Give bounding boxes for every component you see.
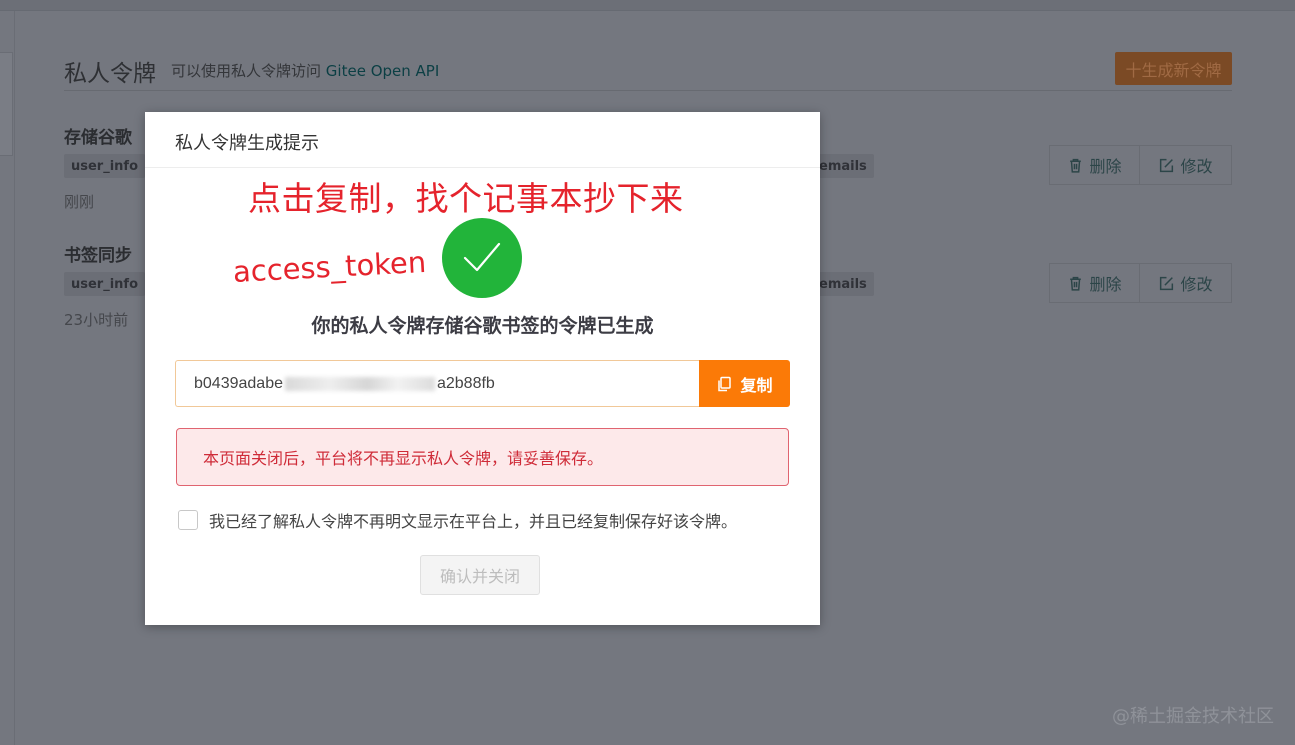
- acknowledge-label[interactable]: 我已经了解私人令牌不再明文显示在平台上，并且已经复制保存好该令牌。: [209, 508, 737, 532]
- scope-tag: emails: [812, 154, 874, 178]
- title-divider: [64, 90, 1232, 91]
- page: { "background": { "title": "私人令牌", "subt…: [0, 0, 1295, 745]
- gitee-open-api-link[interactable]: Gitee Open API: [326, 62, 439, 80]
- edit-token-button[interactable]: 修改: [1139, 263, 1232, 303]
- edit-icon: [1160, 276, 1174, 290]
- settings-sidebar: [0, 52, 13, 156]
- dialog-title: 私人令牌生成提示: [175, 133, 319, 154]
- warning-alert: 本页面关闭后，平台将不再显示私人令牌，请妥善保存。: [176, 428, 789, 486]
- warning-text: 本页面关闭后，平台将不再显示私人令牌，请妥善保存。: [203, 449, 604, 468]
- token-suffix: a2b88fb: [436, 374, 495, 392]
- token-generated-message: 你的私人令牌存储谷歌书签的令牌已生成: [311, 315, 654, 337]
- edit-label: 修改: [1180, 275, 1213, 294]
- token-prefix: b0439adabe: [194, 374, 283, 392]
- watermark: @稀土掘金技术社区: [1112, 706, 1274, 727]
- confirm-close-button[interactable]: 确认并关闭: [420, 555, 540, 595]
- delete-label: 删除: [1089, 275, 1122, 294]
- generate-new-token-button[interactable]: 十生成新令牌: [1115, 52, 1232, 85]
- delete-token-button[interactable]: 删除: [1049, 263, 1140, 303]
- token-redaction: [284, 376, 435, 391]
- scope-tag: user_info: [64, 154, 146, 178]
- page-subtitle: 可以使用私人令牌访问 Gitee Open API: [171, 60, 439, 81]
- success-check-icon: [442, 218, 522, 298]
- dialog-header: 私人令牌生成提示: [145, 112, 820, 168]
- token-field-group: b0439adabe a2b88fb 复制: [175, 360, 790, 407]
- token-name: 书签同步: [64, 246, 132, 266]
- edit-token-button[interactable]: 修改: [1139, 145, 1232, 185]
- subtitle-text: 可以使用私人令牌访问: [171, 62, 322, 80]
- trash-icon: [1070, 158, 1082, 173]
- acknowledge-checkbox[interactable]: [178, 510, 198, 530]
- top-navbar: [0, 0, 1295, 11]
- scope-tag: user_info: [64, 272, 146, 296]
- delete-token-button[interactable]: 删除: [1049, 145, 1140, 185]
- acknowledge-row: 我已经了解私人令牌不再明文显示在平台上，并且已经复制保存好该令牌。: [178, 508, 737, 532]
- page-title: 私人令牌: [64, 61, 156, 87]
- token-value-field[interactable]: b0439adabe a2b88fb: [175, 360, 700, 407]
- trash-icon: [1070, 276, 1082, 291]
- scope-tag: emails: [812, 272, 874, 296]
- copy-icon: [718, 376, 732, 391]
- annotation-copy-hint: 点击复制，找个记事本抄下来: [248, 179, 684, 218]
- edit-label: 修改: [1180, 157, 1213, 176]
- token-name: 存储谷歌: [64, 128, 132, 148]
- token-time: 23小时前: [64, 311, 129, 329]
- edit-icon: [1160, 158, 1174, 172]
- delete-label: 删除: [1089, 157, 1122, 176]
- copy-label: 复制: [740, 375, 773, 395]
- token-time: 刚刚: [64, 193, 95, 211]
- copy-token-button[interactable]: 复制: [699, 360, 790, 407]
